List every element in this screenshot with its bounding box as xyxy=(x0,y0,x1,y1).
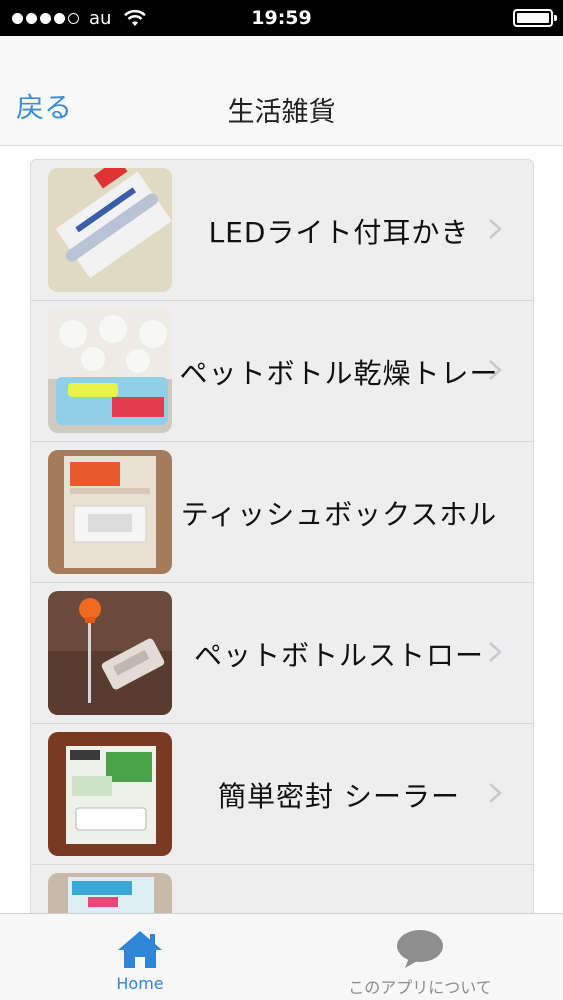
battery-icon xyxy=(513,9,557,27)
tab-about-label: このアプリについて xyxy=(348,978,492,997)
item-label: LEDライト付耳かき xyxy=(208,215,470,249)
gas-release-photo xyxy=(48,873,172,913)
page-title: 生活雑貨 xyxy=(227,97,336,128)
list-item[interactable]: ティッシュボックスホル xyxy=(31,442,533,583)
list-item[interactable]: 簡単密封 シーラー xyxy=(31,724,533,865)
bag-sealer-photo xyxy=(48,732,172,856)
chevron-right-icon xyxy=(489,642,502,662)
chevron-right-icon xyxy=(489,360,502,380)
led-ear-pick-photo xyxy=(48,168,172,292)
item-list-container[interactable]: LEDライト付耳かき ペットボトル乾燥トレー ティッシュボックスホル ペットボト… xyxy=(0,147,563,913)
item-label: 簡単密封 シーラー xyxy=(218,779,460,813)
chevron-right-icon xyxy=(489,219,502,239)
home-icon xyxy=(118,931,162,968)
bottle-drying-tray-photo xyxy=(48,309,172,433)
list-item[interactable]: ペットボトル乾燥トレー xyxy=(31,301,533,442)
carrier-label: au xyxy=(89,7,112,29)
tab-home-label: Home xyxy=(116,974,164,993)
tab-bar: Home このアプリについて xyxy=(0,913,563,1000)
tab-about[interactable]: このアプリについて xyxy=(330,914,510,1000)
bottle-straw-photo xyxy=(48,591,172,715)
list-item[interactable]: ペットボトルストロー xyxy=(31,583,533,724)
wifi-icon xyxy=(124,9,147,26)
list-item[interactable] xyxy=(31,865,533,913)
item-label: ペットボトル乾燥トレー xyxy=(179,356,499,390)
navigation-bar: 戻る 生活雑貨 xyxy=(0,36,563,146)
speech-bubble-icon xyxy=(397,930,443,968)
item-list: LEDライト付耳かき ペットボトル乾燥トレー ティッシュボックスホル ペットボト… xyxy=(30,159,534,913)
tab-home[interactable]: Home xyxy=(90,914,190,1000)
chevron-right-icon xyxy=(489,783,502,803)
status-bar: au 19:59 xyxy=(0,0,563,36)
list-item[interactable]: LEDライト付耳かき xyxy=(31,160,533,301)
item-label: ペットボトルストロー xyxy=(193,638,484,672)
signal-strength-icon xyxy=(12,12,79,24)
item-label: ティッシュボックスホル xyxy=(180,497,498,531)
tissue-box-holder-photo xyxy=(48,450,172,574)
item-label xyxy=(179,865,499,913)
status-time: 19:59 xyxy=(251,7,312,29)
